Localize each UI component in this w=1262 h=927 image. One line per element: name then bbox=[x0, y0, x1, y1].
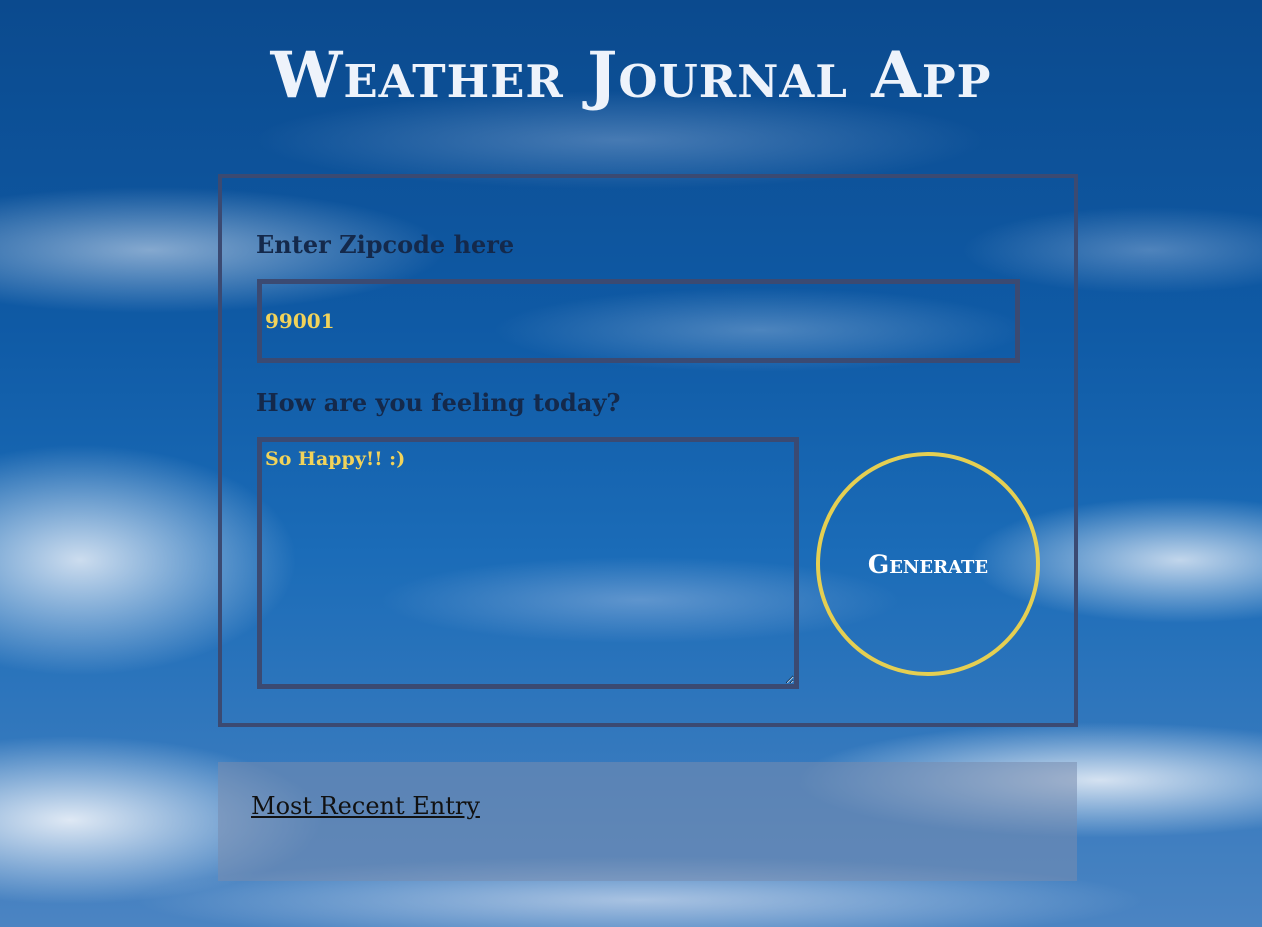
zip-label: Enter Zipcode here bbox=[256, 230, 515, 259]
feelings-input[interactable]: So Happy!! :) bbox=[257, 437, 799, 689]
entry-title: Most Recent Entry bbox=[251, 792, 480, 820]
zip-input[interactable] bbox=[257, 279, 1020, 363]
journal-form: Enter Zipcode here How are you feeling t… bbox=[218, 174, 1078, 727]
generate-button[interactable]: Generate bbox=[816, 452, 1040, 676]
page-title: Weather Journal App bbox=[270, 38, 992, 113]
most-recent-entry-panel: Most Recent Entry bbox=[218, 762, 1077, 881]
feelings-label: How are you feeling today? bbox=[256, 388, 621, 417]
